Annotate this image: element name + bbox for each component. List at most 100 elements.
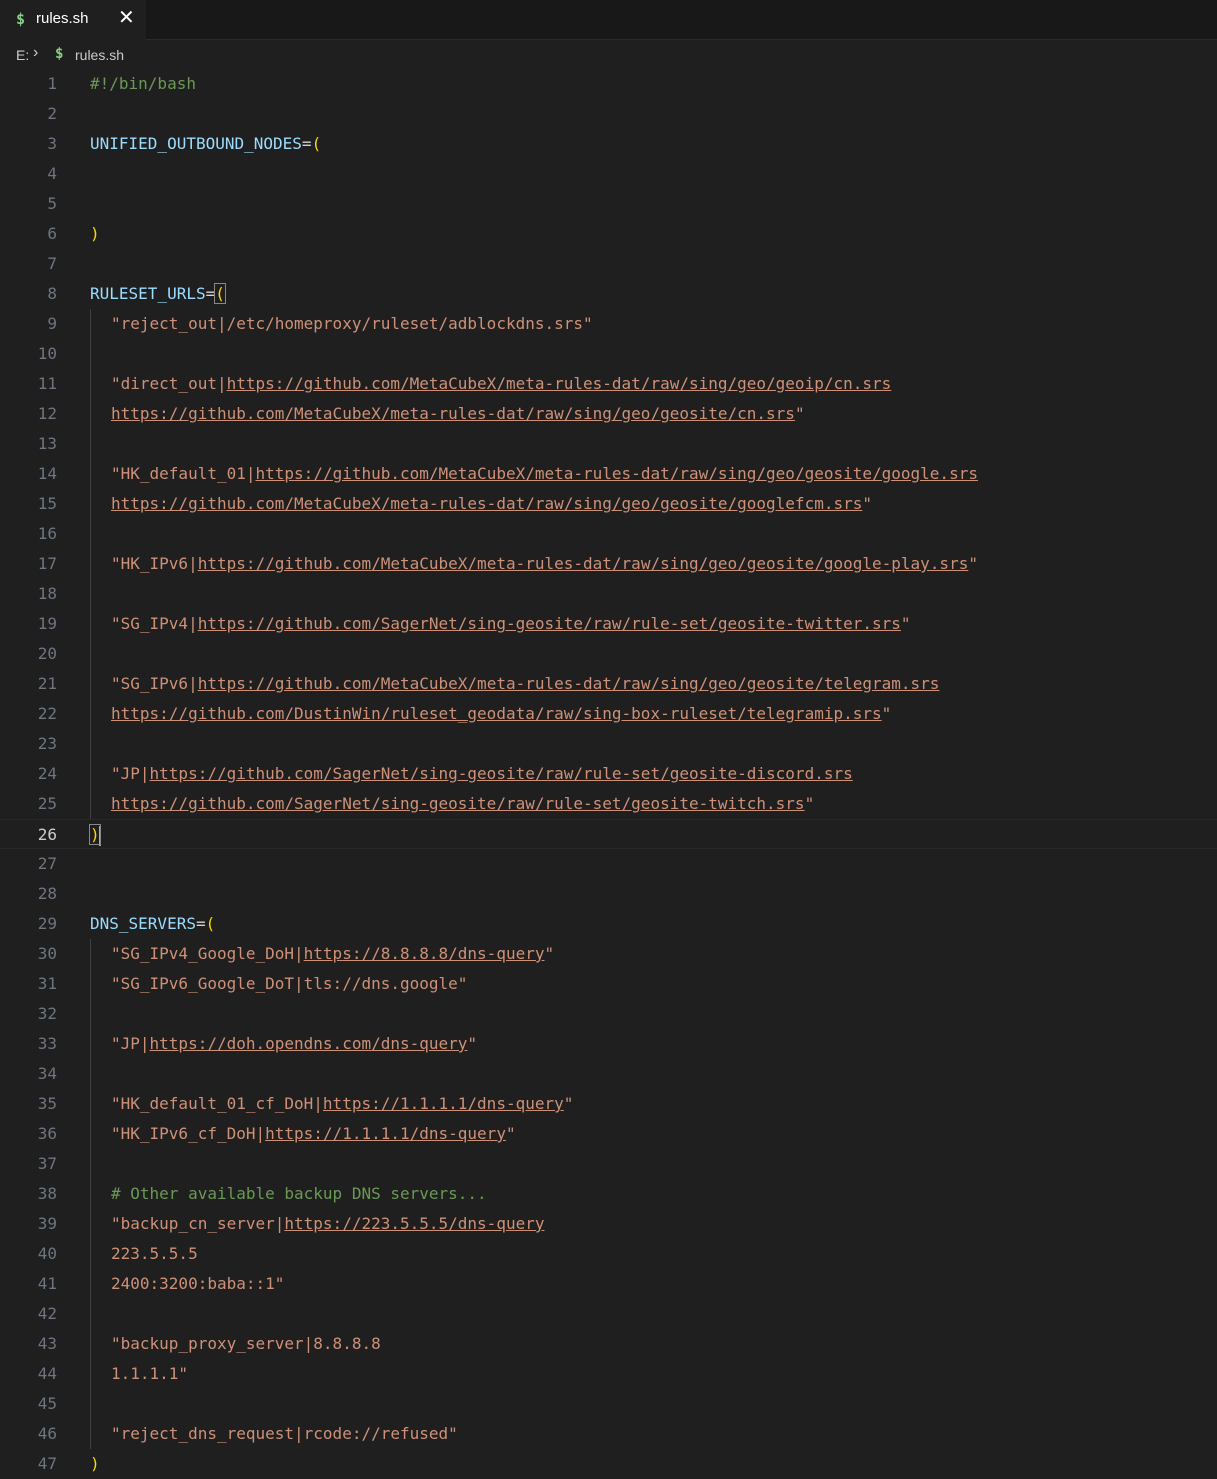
url-link[interactable]: https://1.1.1.1/dns-query	[323, 1094, 564, 1113]
code-line[interactable]: 36 "HK_IPv6_cf_DoH|https://1.1.1.1/dns-qu…	[0, 1119, 1217, 1149]
code-line[interactable]: 1 #!/bin/bash	[0, 69, 1217, 99]
code-line[interactable]: 31 "SG_IPv6_Google_DoT|tls://dns.google"	[0, 969, 1217, 999]
code-line[interactable]: 11 "direct_out|https://github.com/MetaCub…	[0, 369, 1217, 399]
code-text[interactable]: RULESET_URLS=(	[90, 279, 226, 309]
code-line[interactable]: 19 "SG_IPv4|https://github.com/SagerNet/s…	[0, 609, 1217, 639]
code-line[interactable]: 14 "HK_default_01|https://github.com/Meta…	[0, 459, 1217, 489]
code-text[interactable]: )	[90, 219, 100, 249]
url-link[interactable]: https://github.com/MetaCubeX/meta-rules-…	[256, 464, 978, 483]
code-line[interactable]: 3 UNIFIED_OUTBOUND_NODES=(	[0, 129, 1217, 159]
code-text[interactable]: "HK_default_01|https://github.com/MetaCu…	[111, 459, 978, 489]
code-line[interactable]: 26)	[0, 819, 1217, 849]
code-line[interactable]: 10	[0, 339, 1217, 369]
code-line[interactable]: 16	[0, 519, 1217, 549]
code-line[interactable]: 4	[0, 159, 1217, 189]
code-text[interactable]: DNS_SERVERS=(	[90, 909, 215, 939]
string-token: "JP|	[111, 1034, 150, 1053]
code-line[interactable]: 29 DNS_SERVERS=(	[0, 909, 1217, 939]
code-line[interactable]: 6)	[0, 219, 1217, 249]
code-text[interactable]: "reject_dns_request|rcode://refused"	[111, 1419, 458, 1449]
url-link[interactable]: https://github.com/MetaCubeX/meta-rules-…	[198, 554, 969, 573]
code-line[interactable]: 2	[0, 99, 1217, 129]
url-link[interactable]: https://github.com/SagerNet/sing-geosite…	[111, 794, 805, 813]
code-text[interactable]: "SG_IPv4_Google_DoH|https://8.8.8.8/dns-…	[111, 939, 554, 969]
code-text[interactable]: "SG_IPv4|https://github.com/SagerNet/sin…	[111, 609, 911, 639]
code-line[interactable]: 17 "HK_IPv6|https://github.com/MetaCubeX/…	[0, 549, 1217, 579]
code-line[interactable]: 12 https://github.com/MetaCubeX/meta-rule…	[0, 399, 1217, 429]
code-line[interactable]: 34	[0, 1059, 1217, 1089]
code-line[interactable]: 23	[0, 729, 1217, 759]
code-text[interactable]: "HK_IPv6_cf_DoH|https://1.1.1.1/dns-quer…	[111, 1119, 516, 1149]
url-link[interactable]: https://8.8.8.8/dns-query	[304, 944, 545, 963]
code-text[interactable]: "JP|https://doh.opendns.com/dns-query"	[111, 1029, 477, 1059]
url-link[interactable]: https://github.com/SagerNet/sing-geosite…	[150, 764, 853, 783]
url-link[interactable]: https://github.com/DustinWin/ruleset_geo…	[111, 704, 882, 723]
code-line[interactable]: 44 1.1.1.1"	[0, 1359, 1217, 1389]
code-line[interactable]: 37	[0, 1149, 1217, 1179]
url-link[interactable]: https://github.com/SagerNet/sing-geosite…	[198, 614, 901, 633]
code-text[interactable]: "SG_IPv6_Google_DoT|tls://dns.google"	[111, 969, 467, 999]
code-line[interactable]: 24 "JP|https://github.com/SagerNet/sing-g…	[0, 759, 1217, 789]
code-text[interactable]: "JP|https://github.com/SagerNet/sing-geo…	[111, 759, 853, 789]
url-link[interactable]: https://doh.opendns.com/dns-query	[150, 1034, 468, 1053]
code-line[interactable]: 30 "SG_IPv4_Google_DoH|https://8.8.8.8/dn…	[0, 939, 1217, 969]
code-text[interactable]: "HK_default_01_cf_DoH|https://1.1.1.1/dn…	[111, 1089, 573, 1119]
code-text[interactable]: "reject_out|/etc/homeproxy/ruleset/adblo…	[111, 309, 593, 339]
code-text[interactable]: #!/bin/bash	[90, 69, 196, 99]
url-link[interactable]: https://github.com/MetaCubeX/meta-rules-…	[111, 404, 795, 423]
indent-guide	[90, 399, 91, 429]
code-line[interactable]: 21 "SG_IPv6|https://github.com/MetaCubeX/…	[0, 669, 1217, 699]
code-line[interactable]: 32	[0, 999, 1217, 1029]
code-line[interactable]: 39 "backup_cn_server|https://223.5.5.5/dn…	[0, 1209, 1217, 1239]
code-text[interactable]: "direct_out|https://github.com/MetaCubeX…	[111, 369, 891, 399]
code-text[interactable]: https://github.com/DustinWin/ruleset_geo…	[111, 699, 891, 729]
code-text[interactable]: "backup_cn_server|https://223.5.5.5/dns-…	[111, 1209, 544, 1239]
code-text[interactable]: "backup_proxy_server|8.8.8.8	[111, 1329, 381, 1359]
code-line[interactable]: 28	[0, 879, 1217, 909]
code-line[interactable]: 7	[0, 249, 1217, 279]
code-text[interactable]: "HK_IPv6|https://github.com/MetaCubeX/me…	[111, 549, 978, 579]
code-line[interactable]: 8 RULESET_URLS=(	[0, 279, 1217, 309]
code-editor[interactable]: 1 #!/bin/bash 2 3 UNIFIED_OUTBOUND_NODES=(4 5…	[0, 68, 1217, 1475]
url-link[interactable]: https://223.5.5.5/dns-query	[284, 1214, 544, 1233]
code-text[interactable]: https://github.com/SagerNet/sing-geosite…	[111, 789, 814, 819]
code-line[interactable]: 20	[0, 639, 1217, 669]
code-line[interactable]: 22 https://github.com/DustinWin/ruleset_g…	[0, 699, 1217, 729]
url-link[interactable]: https://github.com/MetaCubeX/meta-rules-…	[227, 374, 892, 393]
tab-rules-sh[interactable]: $ rules.sh ✕	[0, 0, 146, 40]
code-line[interactable]: 35 "HK_default_01_cf_DoH|https://1.1.1.1/…	[0, 1089, 1217, 1119]
code-text[interactable]: 1.1.1.1"	[111, 1359, 188, 1389]
code-line[interactable]: 46 "reject_dns_request|rcode://refused"	[0, 1419, 1217, 1449]
code-line[interactable]: 40 223.5.5.5	[0, 1239, 1217, 1269]
breadcrumb-drive[interactable]: E:	[16, 47, 29, 63]
code-line[interactable]: 25 https://github.com/SagerNet/sing-geosi…	[0, 789, 1217, 819]
code-line[interactable]: 43 "backup_proxy_server|8.8.8.8	[0, 1329, 1217, 1359]
url-link[interactable]: https://1.1.1.1/dns-query	[265, 1124, 506, 1143]
indent-guide	[90, 1209, 91, 1239]
code-line[interactable]: 9 "reject_out|/etc/homeproxy/ruleset/adbl…	[0, 309, 1217, 339]
code-text[interactable]: https://github.com/MetaCubeX/meta-rules-…	[111, 489, 872, 519]
url-link[interactable]: https://github.com/MetaCubeX/meta-rules-…	[198, 674, 940, 693]
code-line[interactable]: 27	[0, 849, 1217, 879]
code-line[interactable]: 33 "JP|https://doh.opendns.com/dns-query"	[0, 1029, 1217, 1059]
code-text[interactable]: 2400:3200:baba::1"	[111, 1269, 284, 1299]
code-line[interactable]: 18	[0, 579, 1217, 609]
close-icon[interactable]: ✕	[118, 8, 135, 28]
string-token: "	[563, 1094, 574, 1113]
code-line[interactable]: 45	[0, 1389, 1217, 1419]
code-text[interactable]: # Other available backup DNS servers...	[111, 1179, 487, 1209]
code-line[interactable]: 13	[0, 429, 1217, 459]
breadcrumb-file[interactable]: rules.sh	[75, 47, 124, 63]
code-line[interactable]: 15 https://github.com/MetaCubeX/meta-rule…	[0, 489, 1217, 519]
code-text[interactable]: 223.5.5.5	[111, 1239, 198, 1269]
code-text[interactable]: UNIFIED_OUTBOUND_NODES=(	[90, 129, 321, 159]
code-line[interactable]: 42	[0, 1299, 1217, 1329]
code-text[interactable]: https://github.com/MetaCubeX/meta-rules-…	[111, 399, 805, 429]
code-line[interactable]: 41 2400:3200:baba::1"	[0, 1269, 1217, 1299]
comment-token: # Other available backup DNS servers...	[111, 1184, 487, 1203]
url-link[interactable]: https://github.com/MetaCubeX/meta-rules-…	[111, 494, 862, 513]
code-text[interactable]: "SG_IPv6|https://github.com/MetaCubeX/me…	[111, 669, 939, 699]
code-line[interactable]: 5	[0, 189, 1217, 219]
code-line[interactable]: 38 # Other available backup DNS servers..…	[0, 1179, 1217, 1209]
code-text[interactable]: )	[89, 820, 101, 850]
